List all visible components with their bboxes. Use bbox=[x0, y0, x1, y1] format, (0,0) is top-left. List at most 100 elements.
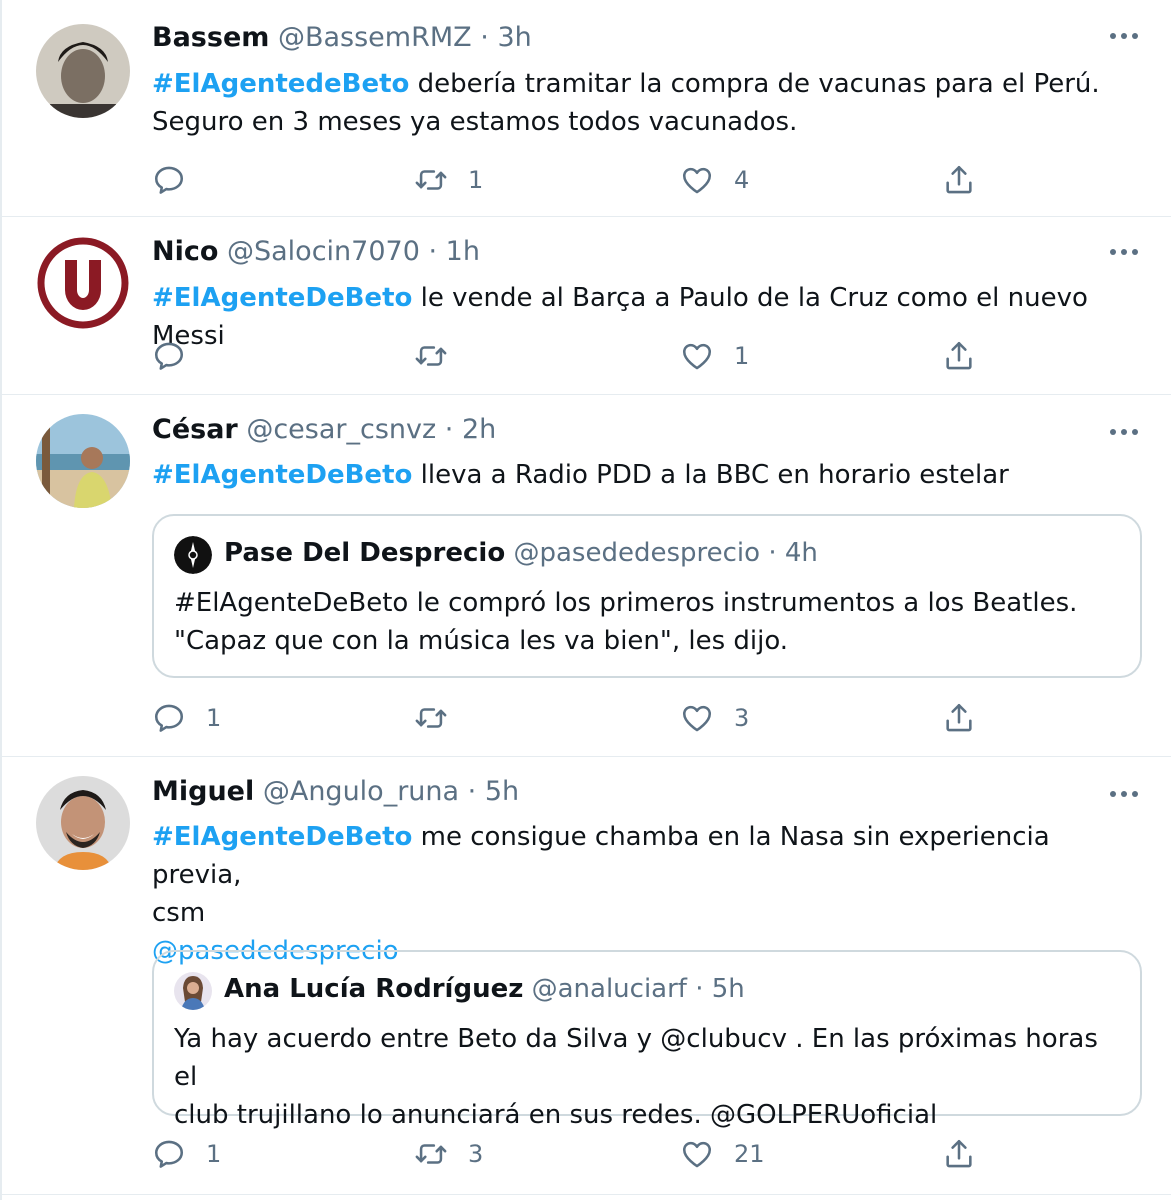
author-name[interactable]: Bassem bbox=[152, 22, 269, 53]
retweet-button[interactable]: 1 bbox=[414, 160, 483, 200]
quoted-avatar[interactable] bbox=[174, 536, 212, 574]
quoted-text-line: #ElAgenteDeBeto le compró los primeros i… bbox=[174, 588, 1078, 618]
like-button[interactable]: 3 bbox=[680, 698, 749, 738]
tweet-cesar[interactable]: César @cesar_csnvz · 2h #ElAgenteDeBeto … bbox=[2, 394, 1171, 757]
author-name[interactable]: Miguel bbox=[152, 776, 254, 807]
share-button[interactable] bbox=[942, 698, 976, 738]
tweet-actions: 1 3 bbox=[152, 698, 992, 738]
more-options-icon[interactable] bbox=[1109, 428, 1139, 436]
tweet-text: #ElAgentedeBeto debería tramitar la comp… bbox=[152, 65, 1141, 141]
author-handle[interactable]: @BassemRMZ bbox=[278, 22, 472, 53]
timestamp[interactable]: 3h bbox=[497, 22, 531, 53]
tweet-header: Miguel @Angulo_runa · 5h bbox=[152, 776, 519, 807]
quoted-tweet[interactable]: Pase Del Desprecio @pasededesprecio · 4h… bbox=[152, 514, 1142, 678]
quoted-author-handle[interactable]: @analuciarf bbox=[532, 974, 687, 1004]
retweet-button[interactable] bbox=[414, 698, 468, 738]
quoted-text-line: Ya hay acuerdo entre Beto da Silva y @cl… bbox=[174, 1024, 1098, 1092]
timestamp[interactable]: 2h bbox=[462, 414, 496, 445]
tweet-miguel[interactable]: Miguel @Angulo_runa · 5h #ElAgenteDeBeto… bbox=[2, 756, 1171, 1195]
quoted-text: Ya hay acuerdo entre Beto da Silva y @cl… bbox=[174, 1020, 1116, 1134]
tweet-header: Nico @Salocin7070 · 1h bbox=[152, 236, 480, 267]
share-button[interactable] bbox=[942, 336, 976, 376]
like-count: 4 bbox=[734, 166, 750, 194]
reply-button[interactable] bbox=[152, 160, 206, 200]
tweet-bassem[interactable]: Bassem @BassemRMZ · 3h #ElAgentedeBeto d… bbox=[2, 0, 1171, 217]
author-handle[interactable]: @Angulo_runa bbox=[263, 776, 459, 807]
hashtag-link[interactable]: #ElAgenteDeBeto bbox=[152, 822, 412, 852]
retweet-icon bbox=[414, 1137, 448, 1171]
hashtag-link[interactable]: #ElAgenteDeBeto bbox=[152, 283, 412, 313]
separator-dot: · bbox=[695, 974, 704, 1004]
timestamp[interactable]: 5h bbox=[485, 776, 519, 807]
quoted-header: Ana Lucía Rodríguez @analuciarf · 5h bbox=[224, 974, 745, 1004]
heart-icon bbox=[680, 163, 714, 197]
reply-icon bbox=[152, 163, 186, 197]
heart-icon bbox=[680, 701, 714, 735]
reply-icon bbox=[152, 1137, 186, 1171]
retweet-count: 1 bbox=[468, 166, 484, 194]
quoted-author-name[interactable]: Pase Del Desprecio bbox=[224, 538, 505, 568]
quoted-tweet[interactable]: Ana Lucía Rodríguez @analuciarf · 5h Ya … bbox=[152, 950, 1142, 1130]
separator-dot: · bbox=[444, 414, 454, 445]
share-button[interactable] bbox=[942, 1134, 976, 1174]
reply-button[interactable] bbox=[152, 336, 206, 376]
author-name[interactable]: Nico bbox=[152, 236, 218, 267]
retweet-button[interactable]: 3 bbox=[414, 1134, 483, 1174]
tweet-text-line: #ElAgenteDeBeto me consigue chamba en la… bbox=[152, 818, 1141, 894]
reply-icon bbox=[152, 339, 186, 373]
tweet-text: #ElAgenteDeBeto me consigue chamba en la… bbox=[152, 818, 1141, 970]
timeline-feed: Bassem @BassemRMZ · 3h #ElAgentedeBeto d… bbox=[0, 0, 1171, 1200]
avatar-cesar[interactable] bbox=[36, 414, 130, 508]
avatar-nico[interactable] bbox=[36, 236, 130, 330]
separator-dot: · bbox=[768, 538, 777, 568]
reply-count: 1 bbox=[206, 1140, 222, 1168]
retweet-icon bbox=[414, 339, 448, 373]
separator-dot: · bbox=[467, 776, 477, 807]
share-button[interactable] bbox=[942, 160, 976, 200]
like-button[interactable]: 1 bbox=[680, 336, 749, 376]
reply-icon bbox=[152, 701, 186, 735]
separator-dot: · bbox=[428, 236, 438, 267]
more-options-icon[interactable] bbox=[1109, 790, 1139, 798]
quoted-avatar[interactable] bbox=[174, 972, 212, 1010]
tweet-text: #ElAgenteDeBeto lleva a Radio PDD a la B… bbox=[152, 456, 1141, 494]
like-count: 3 bbox=[734, 704, 750, 732]
quoted-author-name[interactable]: Ana Lucía Rodríguez bbox=[224, 974, 523, 1004]
retweet-icon bbox=[414, 163, 448, 197]
tweet-text-content: lleva a Radio PDD a la BBC en horario es… bbox=[412, 460, 1009, 490]
more-options-icon[interactable] bbox=[1109, 32, 1139, 40]
quoted-author-handle[interactable]: @pasededesprecio bbox=[513, 538, 760, 568]
hashtag-link[interactable]: #ElAgentedeBeto bbox=[152, 69, 409, 99]
share-icon bbox=[942, 701, 976, 735]
author-name[interactable]: César bbox=[152, 414, 238, 445]
retweet-count: 3 bbox=[468, 1140, 484, 1168]
tweet-header: César @cesar_csnvz · 2h bbox=[152, 414, 496, 445]
like-count: 1 bbox=[734, 342, 750, 370]
author-handle[interactable]: @cesar_csnvz bbox=[246, 414, 436, 445]
reply-button[interactable]: 1 bbox=[152, 698, 221, 738]
like-count: 21 bbox=[734, 1140, 765, 1168]
tweet-nico[interactable]: Nico @Salocin7070 · 1h #ElAgenteDeBeto l… bbox=[2, 216, 1171, 395]
reply-count: 1 bbox=[206, 704, 222, 732]
hashtag-link[interactable]: #ElAgenteDeBeto bbox=[152, 460, 412, 490]
like-button[interactable]: 21 bbox=[680, 1134, 765, 1174]
share-icon bbox=[942, 339, 976, 373]
tweet-actions: 1 bbox=[152, 336, 992, 376]
reply-button[interactable]: 1 bbox=[152, 1134, 221, 1174]
tweet-actions: 1 4 bbox=[152, 160, 992, 200]
tweet-text-line: csm bbox=[152, 898, 206, 928]
like-button[interactable]: 4 bbox=[680, 160, 749, 200]
avatar-bassem[interactable] bbox=[36, 24, 130, 118]
timestamp[interactable]: 1h bbox=[446, 236, 480, 267]
more-options-icon[interactable] bbox=[1109, 248, 1139, 256]
quoted-header: Pase Del Desprecio @pasededesprecio · 4h bbox=[224, 538, 818, 568]
share-icon bbox=[942, 163, 976, 197]
share-icon bbox=[942, 1137, 976, 1171]
retweet-button[interactable] bbox=[414, 336, 468, 376]
heart-icon bbox=[680, 339, 714, 373]
author-handle[interactable]: @Salocin7070 bbox=[227, 236, 420, 267]
quoted-text-line: club trujillano lo anunciará en sus rede… bbox=[174, 1100, 938, 1130]
retweet-icon bbox=[414, 701, 448, 735]
avatar-miguel[interactable] bbox=[36, 776, 130, 870]
heart-icon bbox=[680, 1137, 714, 1171]
